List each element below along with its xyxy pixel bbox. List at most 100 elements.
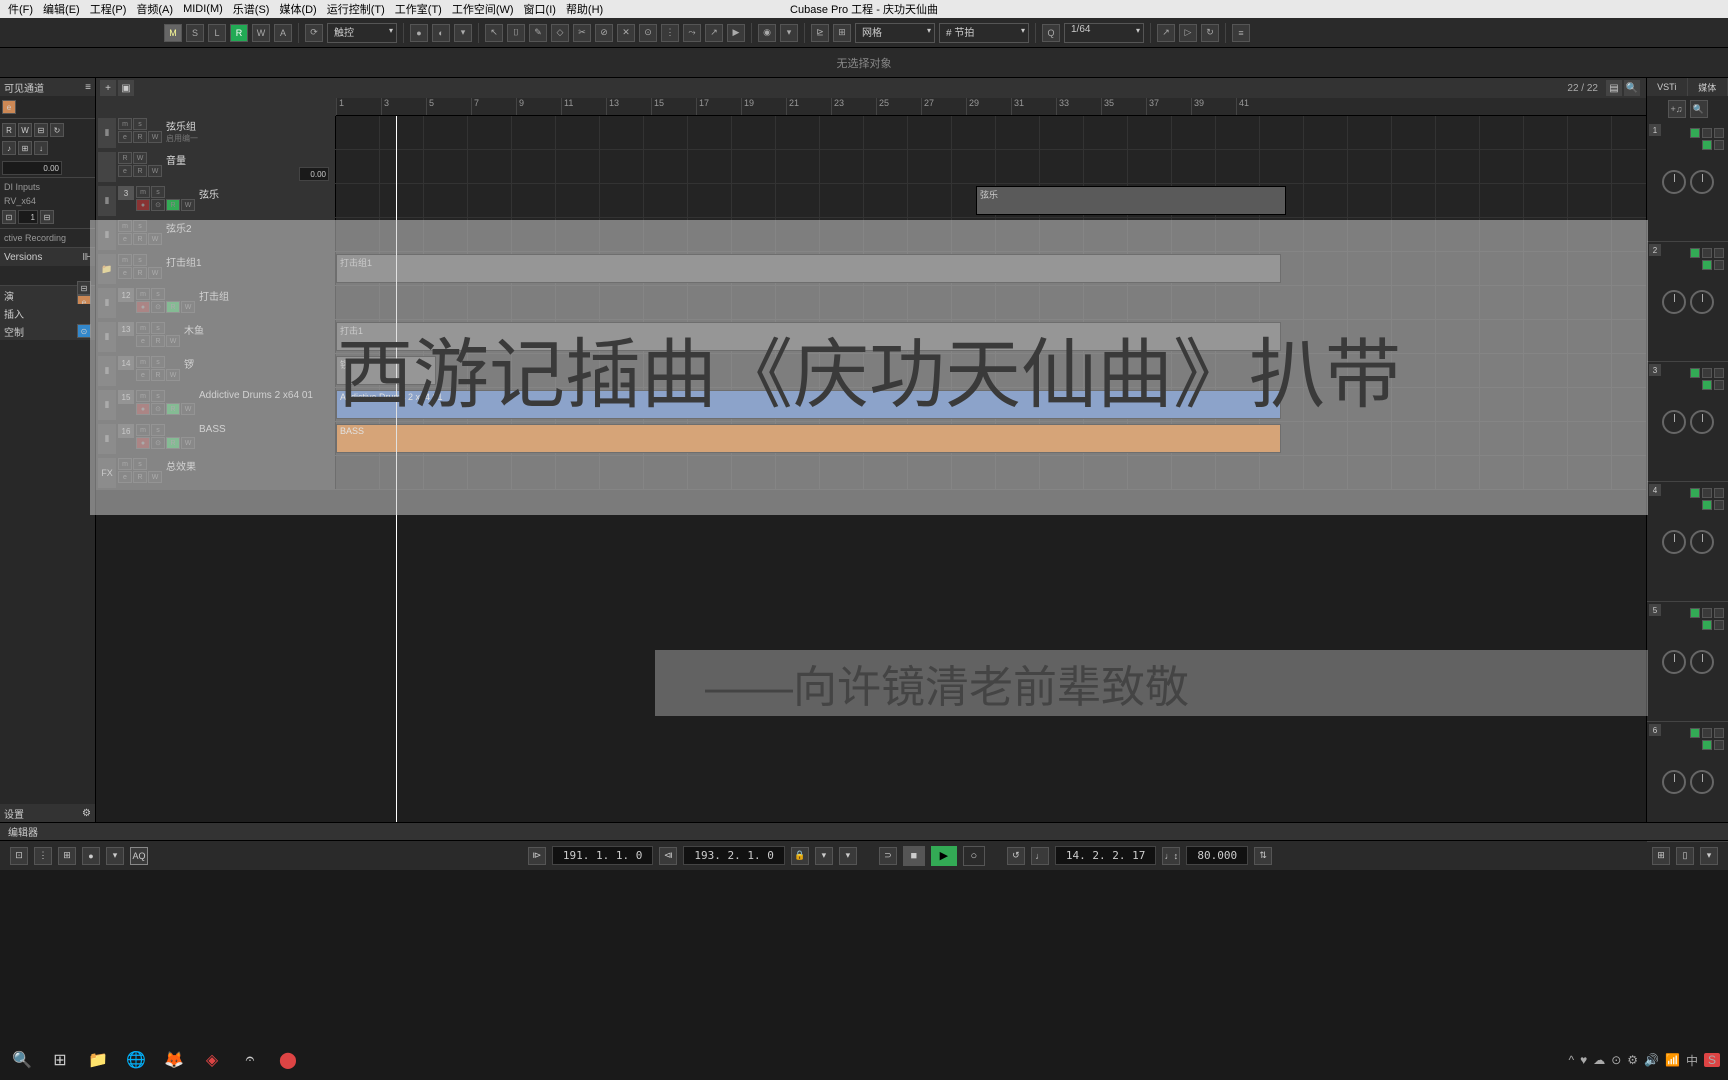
track-row[interactable]: ⦀3ms●⊙RW弦乐弦乐 [96, 184, 1646, 218]
knob-1[interactable] [1662, 650, 1686, 674]
rack-search-icon[interactable]: 🔍 [1690, 100, 1708, 118]
track-preset-button[interactable]: ▣ [118, 80, 134, 96]
track-e-button[interactable]: e [118, 165, 132, 177]
track-w-button[interactable]: W [148, 131, 162, 143]
color-tool[interactable]: ◉ [758, 24, 776, 42]
aq-button[interactable]: AQ [130, 847, 148, 865]
slot-opt[interactable] [1714, 728, 1724, 738]
control-power[interactable]: ⊙ [77, 324, 91, 338]
slot-power[interactable] [1690, 248, 1700, 258]
add-track-button[interactable]: + [100, 80, 116, 96]
left-locator[interactable]: 191. 1. 1. 0 [552, 846, 653, 865]
slot-w[interactable] [1714, 260, 1724, 270]
menu-midi[interactable]: MIDI(M) [179, 3, 227, 15]
play-button[interactable]: ▶ [931, 846, 957, 866]
track-lane[interactable] [336, 116, 1646, 149]
vsti-slot[interactable]: 2 [1647, 242, 1728, 362]
slot-edit[interactable] [1702, 368, 1712, 378]
lp-e-button[interactable]: e [2, 100, 16, 114]
menu-project[interactable]: 工程(P) [86, 1, 131, 17]
beat-select[interactable]: # 节拍 [939, 23, 1029, 43]
vsti-slot[interactable]: 3 [1647, 362, 1728, 482]
listen-button[interactable]: L [208, 24, 226, 42]
snap-toggle[interactable]: ⊵ [811, 24, 829, 42]
knob-2[interactable] [1690, 650, 1714, 674]
timeline-ruler[interactable]: 1357911131517192123252729313335373941 [336, 98, 1646, 116]
tray-up-icon[interactable]: ^ [1568, 1053, 1574, 1067]
slot-edit[interactable] [1702, 248, 1712, 258]
track-rec-button[interactable]: ● [136, 199, 150, 211]
slot-r[interactable] [1702, 380, 1712, 390]
menu-help[interactable]: 帮助(H) [562, 1, 607, 17]
tp-3[interactable]: ⊞ [58, 847, 76, 865]
knob-2[interactable] [1690, 170, 1714, 194]
track-lane[interactable] [336, 150, 1646, 183]
menu-icon[interactable]: ≡ [85, 82, 91, 93]
tp-r3[interactable]: ▾ [1700, 847, 1718, 865]
knob-2[interactable] [1690, 410, 1714, 434]
track-value[interactable]: 0.00 [299, 167, 329, 181]
lp-ch-num[interactable]: 1 [18, 210, 38, 224]
line-tool[interactable]: ↗ [705, 24, 723, 42]
slot-edit[interactable] [1702, 608, 1712, 618]
tray-ime-icon[interactable]: 中 [1686, 1052, 1698, 1069]
tp-d2[interactable]: ▾ [839, 847, 857, 865]
tb-extra-2[interactable]: ▷ [1179, 24, 1197, 42]
knob-1[interactable] [1662, 170, 1686, 194]
tray-icon-5[interactable]: 📶 [1665, 1053, 1680, 1067]
knob-1[interactable] [1662, 770, 1686, 794]
track-w-button[interactable]: W [181, 199, 195, 211]
tempo-icon[interactable]: ♩↕ [1162, 847, 1180, 865]
mute-all-button[interactable]: M [164, 24, 182, 42]
rack-add-icon[interactable]: +♫ [1668, 100, 1686, 118]
track-name[interactable]: 音量 [166, 152, 333, 167]
track-row[interactable]: ⦀mseRW弦乐组启用编一 [96, 116, 1646, 150]
slot-power[interactable] [1690, 608, 1700, 618]
slot-w[interactable] [1714, 620, 1724, 630]
lp-x[interactable]: ↓ [34, 141, 48, 155]
solo-all-button[interactable]: S [186, 24, 204, 42]
cycle-button[interactable]: ⊃ [879, 847, 897, 865]
cubase-icon[interactable]: ◈ [198, 1046, 226, 1074]
warp-tool[interactable]: ⤳ [683, 24, 701, 42]
split-tool[interactable]: ✂ [573, 24, 591, 42]
track-lane[interactable]: 弦乐 [336, 184, 1646, 217]
lp-w[interactable]: W [18, 123, 32, 137]
lock-icon[interactable]: 🔒 [791, 847, 809, 865]
tempo-up[interactable]: ⇅ [1254, 847, 1272, 865]
comp-tool[interactable]: ⋮ [661, 24, 679, 42]
settings-row[interactable]: 设置 ⚙ [0, 804, 95, 822]
menu-file[interactable]: 件(F) [4, 1, 37, 17]
chrome-icon[interactable]: 🌐 [122, 1046, 150, 1074]
slot-w[interactable] [1714, 740, 1724, 750]
slot-opt[interactable] [1714, 488, 1724, 498]
tool-2[interactable]: ◐ [432, 24, 450, 42]
automation-button[interactable]: A [274, 24, 292, 42]
slot-edit[interactable] [1702, 488, 1712, 498]
tb-extra-4[interactable]: ≡ [1232, 24, 1250, 42]
track-filter-button[interactable]: ▤ [1606, 80, 1622, 96]
menu-window[interactable]: 窗口(I) [520, 1, 560, 17]
slot-power[interactable] [1690, 128, 1700, 138]
slot-power[interactable] [1690, 488, 1700, 498]
track-s-button[interactable]: s [151, 186, 165, 198]
slot-power[interactable] [1690, 368, 1700, 378]
track-search-button[interactable]: 🔍 [1624, 80, 1640, 96]
track-r-button[interactable]: R [133, 131, 147, 143]
tp-2[interactable]: ⋮ [34, 847, 52, 865]
track-r-button[interactable]: R [166, 199, 180, 211]
touch-mode-select[interactable]: 触控 [327, 23, 397, 43]
knob-2[interactable] [1690, 530, 1714, 554]
track-row[interactable]: RWeRW音量0.00 [96, 150, 1646, 184]
app-icon-1[interactable]: 𝄐 [236, 1046, 264, 1074]
tp-r1[interactable]: ⊞ [1652, 847, 1670, 865]
knob-1[interactable] [1662, 290, 1686, 314]
tray-volume-icon[interactable]: 🔊 [1644, 1053, 1659, 1067]
menu-audio[interactable]: 音频(A) [132, 1, 177, 17]
right-locator[interactable]: 193. 2. 1. 0 [683, 846, 784, 865]
knob-1[interactable] [1662, 410, 1686, 434]
lp-lock[interactable]: ⊟ [34, 123, 48, 137]
lp-note[interactable]: ♪ [2, 141, 16, 155]
slot-opt[interactable] [1714, 128, 1724, 138]
track-w-button[interactable]: W [148, 165, 162, 177]
